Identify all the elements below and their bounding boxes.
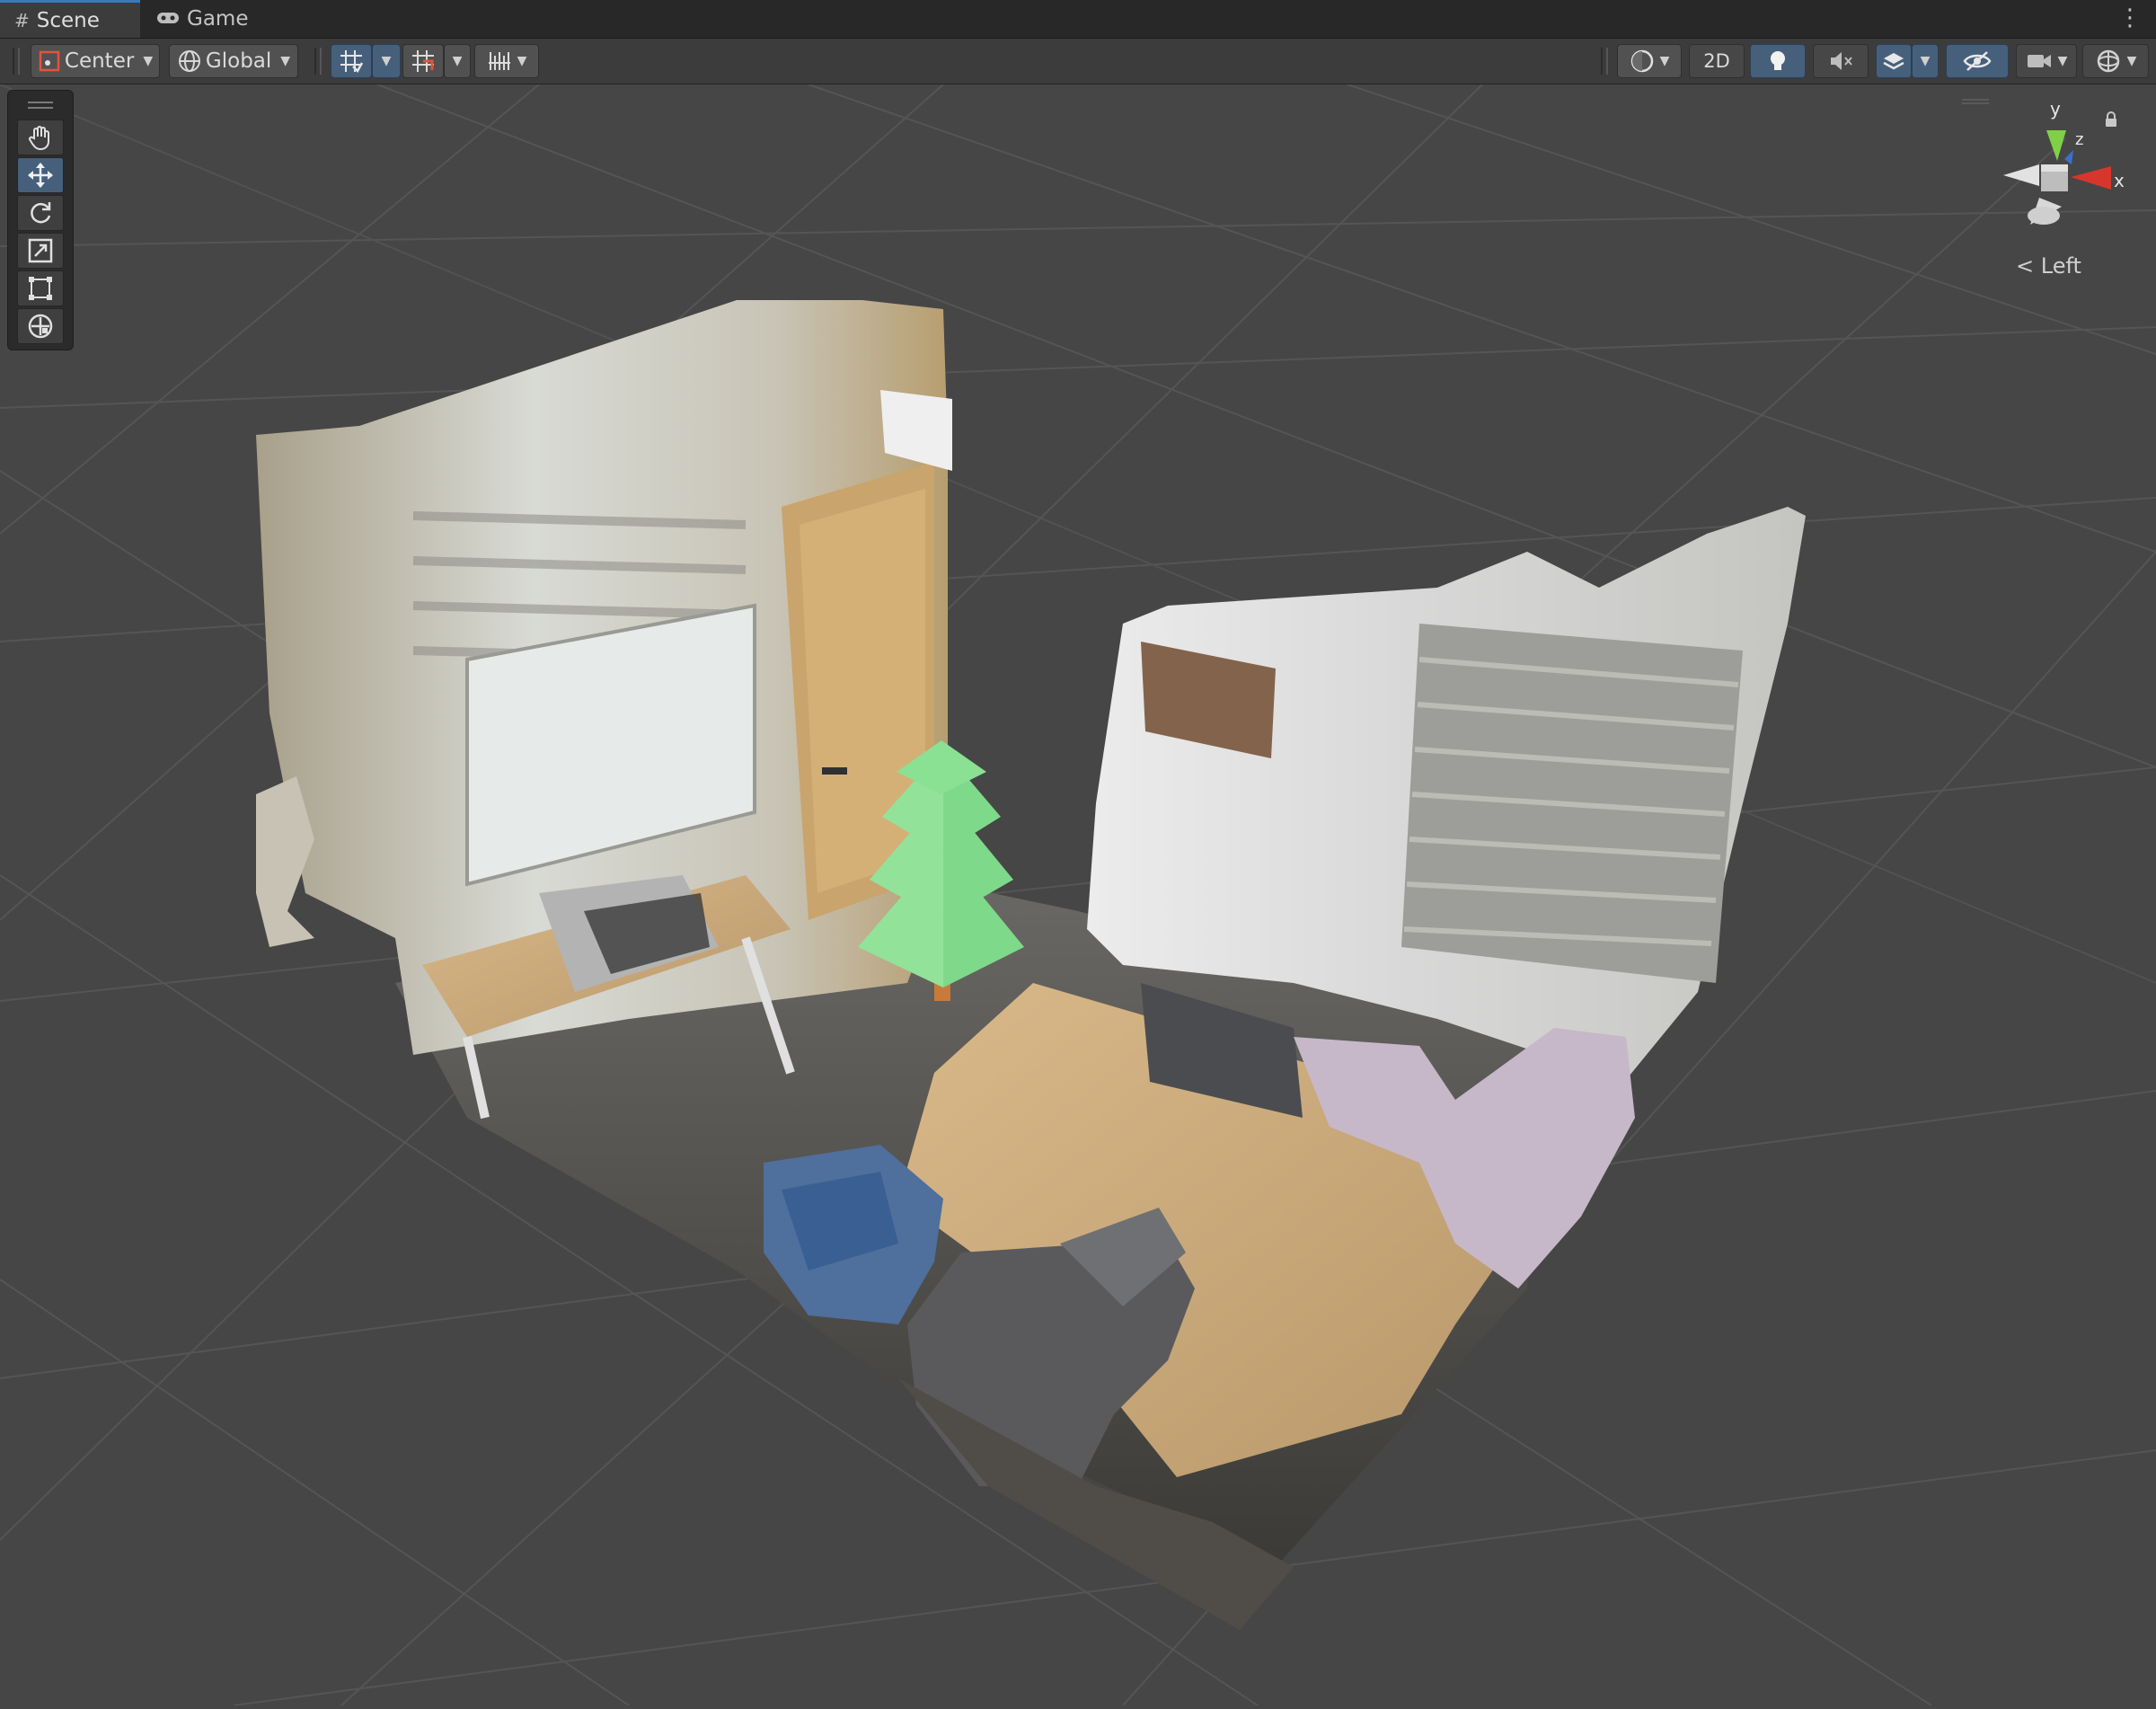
rotate-icon bbox=[27, 199, 54, 226]
increment-snap-icon bbox=[411, 49, 436, 74]
chevron-down-icon: ▼ bbox=[2126, 54, 2137, 68]
toolbar-grip[interactable] bbox=[314, 48, 322, 75]
transform-icon bbox=[26, 312, 55, 341]
gizmo-axis-y-label: y bbox=[2050, 98, 2061, 120]
gizmos-dropdown[interactable]: ▼ bbox=[2082, 44, 2149, 78]
chevron-down-icon: ▼ bbox=[143, 54, 154, 68]
chevron-left-icon: < bbox=[2016, 253, 2035, 279]
chevron-down-icon: ▼ bbox=[517, 54, 527, 68]
pivot-center-icon bbox=[38, 49, 61, 73]
chevron-down-icon: ▼ bbox=[280, 54, 291, 68]
tab-scene-label: Scene bbox=[36, 8, 100, 32]
chevron-down-icon: ▼ bbox=[452, 54, 463, 68]
hand-tool-button[interactable] bbox=[17, 120, 64, 155]
scene-viewport[interactable] bbox=[0, 84, 2156, 1706]
toolbar-grip[interactable] bbox=[1601, 48, 1608, 75]
toggle-2d-button[interactable]: 2D bbox=[1689, 44, 1745, 78]
gamepad-icon bbox=[156, 8, 180, 30]
rect-transform-icon bbox=[27, 275, 54, 302]
lightbulb-icon bbox=[1767, 49, 1789, 74]
scene-visibility-toggle[interactable] bbox=[1946, 44, 2009, 78]
effects-toggle[interactable] bbox=[1876, 44, 1912, 78]
toolbar-grip[interactable] bbox=[13, 48, 20, 75]
ruler-icon bbox=[487, 49, 512, 74]
gizmo-axis-x-label: x bbox=[2114, 170, 2125, 191]
rect-tool-button[interactable] bbox=[17, 270, 64, 306]
scene-lighting-toggle[interactable] bbox=[1750, 44, 1806, 78]
gizmo-globe-icon bbox=[2095, 48, 2122, 75]
scene-toolbar: Center ▼ Global ▼ ▼ ▼ ▼ ▼ 2D ▼ ▼ ▼ bbox=[0, 39, 2156, 84]
scale-icon bbox=[27, 237, 54, 264]
chevron-down-icon: ▼ bbox=[1920, 54, 1931, 68]
ruler-snap-dropdown[interactable]: ▼ bbox=[474, 44, 539, 78]
gizmo-axis-z-label: z bbox=[2075, 130, 2084, 149]
view-orientation-label[interactable]: < Left bbox=[2016, 253, 2081, 279]
chevron-down-icon: ▼ bbox=[1659, 54, 1670, 68]
tool-palette bbox=[7, 90, 74, 350]
audio-muted-icon bbox=[1828, 49, 1853, 73]
rotate-tool-button[interactable] bbox=[17, 195, 64, 231]
grid-snap-icon bbox=[339, 49, 364, 74]
more-options-icon[interactable]: ⋮ bbox=[2118, 5, 2142, 31]
camera-icon bbox=[2026, 51, 2053, 71]
pivot-mode-dropdown[interactable]: Center ▼ bbox=[31, 44, 160, 78]
chevron-down-icon: ▼ bbox=[381, 54, 392, 68]
orientation-gizmo[interactable]: y z x bbox=[1985, 94, 2129, 238]
move-arrows-icon bbox=[26, 161, 55, 190]
effects-layers-icon bbox=[1881, 49, 1906, 73]
pivot-mode-label: Center bbox=[64, 49, 135, 73]
globe-icon bbox=[177, 49, 202, 74]
grid-snap-dropdown[interactable]: ▼ bbox=[372, 44, 401, 78]
eye-hidden-icon bbox=[1963, 50, 1992, 72]
space-mode-label: Global bbox=[205, 49, 272, 73]
tab-scene[interactable]: # Scene bbox=[0, 0, 140, 38]
increment-snap-toggle[interactable] bbox=[402, 44, 444, 78]
tab-game-label: Game bbox=[187, 7, 249, 31]
increment-snap-dropdown[interactable]: ▼ bbox=[444, 44, 471, 78]
toggle-2d-label: 2D bbox=[1703, 50, 1730, 72]
grid-snap-toggle[interactable] bbox=[331, 44, 372, 78]
effects-dropdown[interactable]: ▼ bbox=[1912, 44, 1939, 78]
scene-view-canvas[interactable] bbox=[0, 84, 2156, 1706]
window-tab-bar: # Scene Game ⋮ bbox=[0, 0, 2156, 39]
hand-icon bbox=[27, 124, 54, 151]
room-scan-mesh bbox=[256, 300, 1806, 1630]
scene-camera-dropdown[interactable]: ▼ bbox=[2016, 44, 2077, 78]
audio-toggle[interactable] bbox=[1813, 44, 1869, 78]
chevron-down-icon: ▼ bbox=[2057, 54, 2068, 68]
palette-grip[interactable] bbox=[28, 102, 53, 109]
grid-hash-icon: # bbox=[14, 9, 30, 31]
transform-tool-button[interactable] bbox=[17, 308, 64, 344]
scale-tool-button[interactable] bbox=[17, 233, 64, 269]
shading-sphere-icon bbox=[1630, 49, 1655, 74]
move-tool-button[interactable] bbox=[17, 157, 64, 193]
space-mode-dropdown[interactable]: Global ▼ bbox=[169, 44, 298, 78]
tab-game[interactable]: Game bbox=[142, 0, 259, 38]
view-orientation-text: Left bbox=[2040, 253, 2081, 279]
draw-mode-dropdown[interactable]: ▼ bbox=[1617, 44, 1682, 78]
